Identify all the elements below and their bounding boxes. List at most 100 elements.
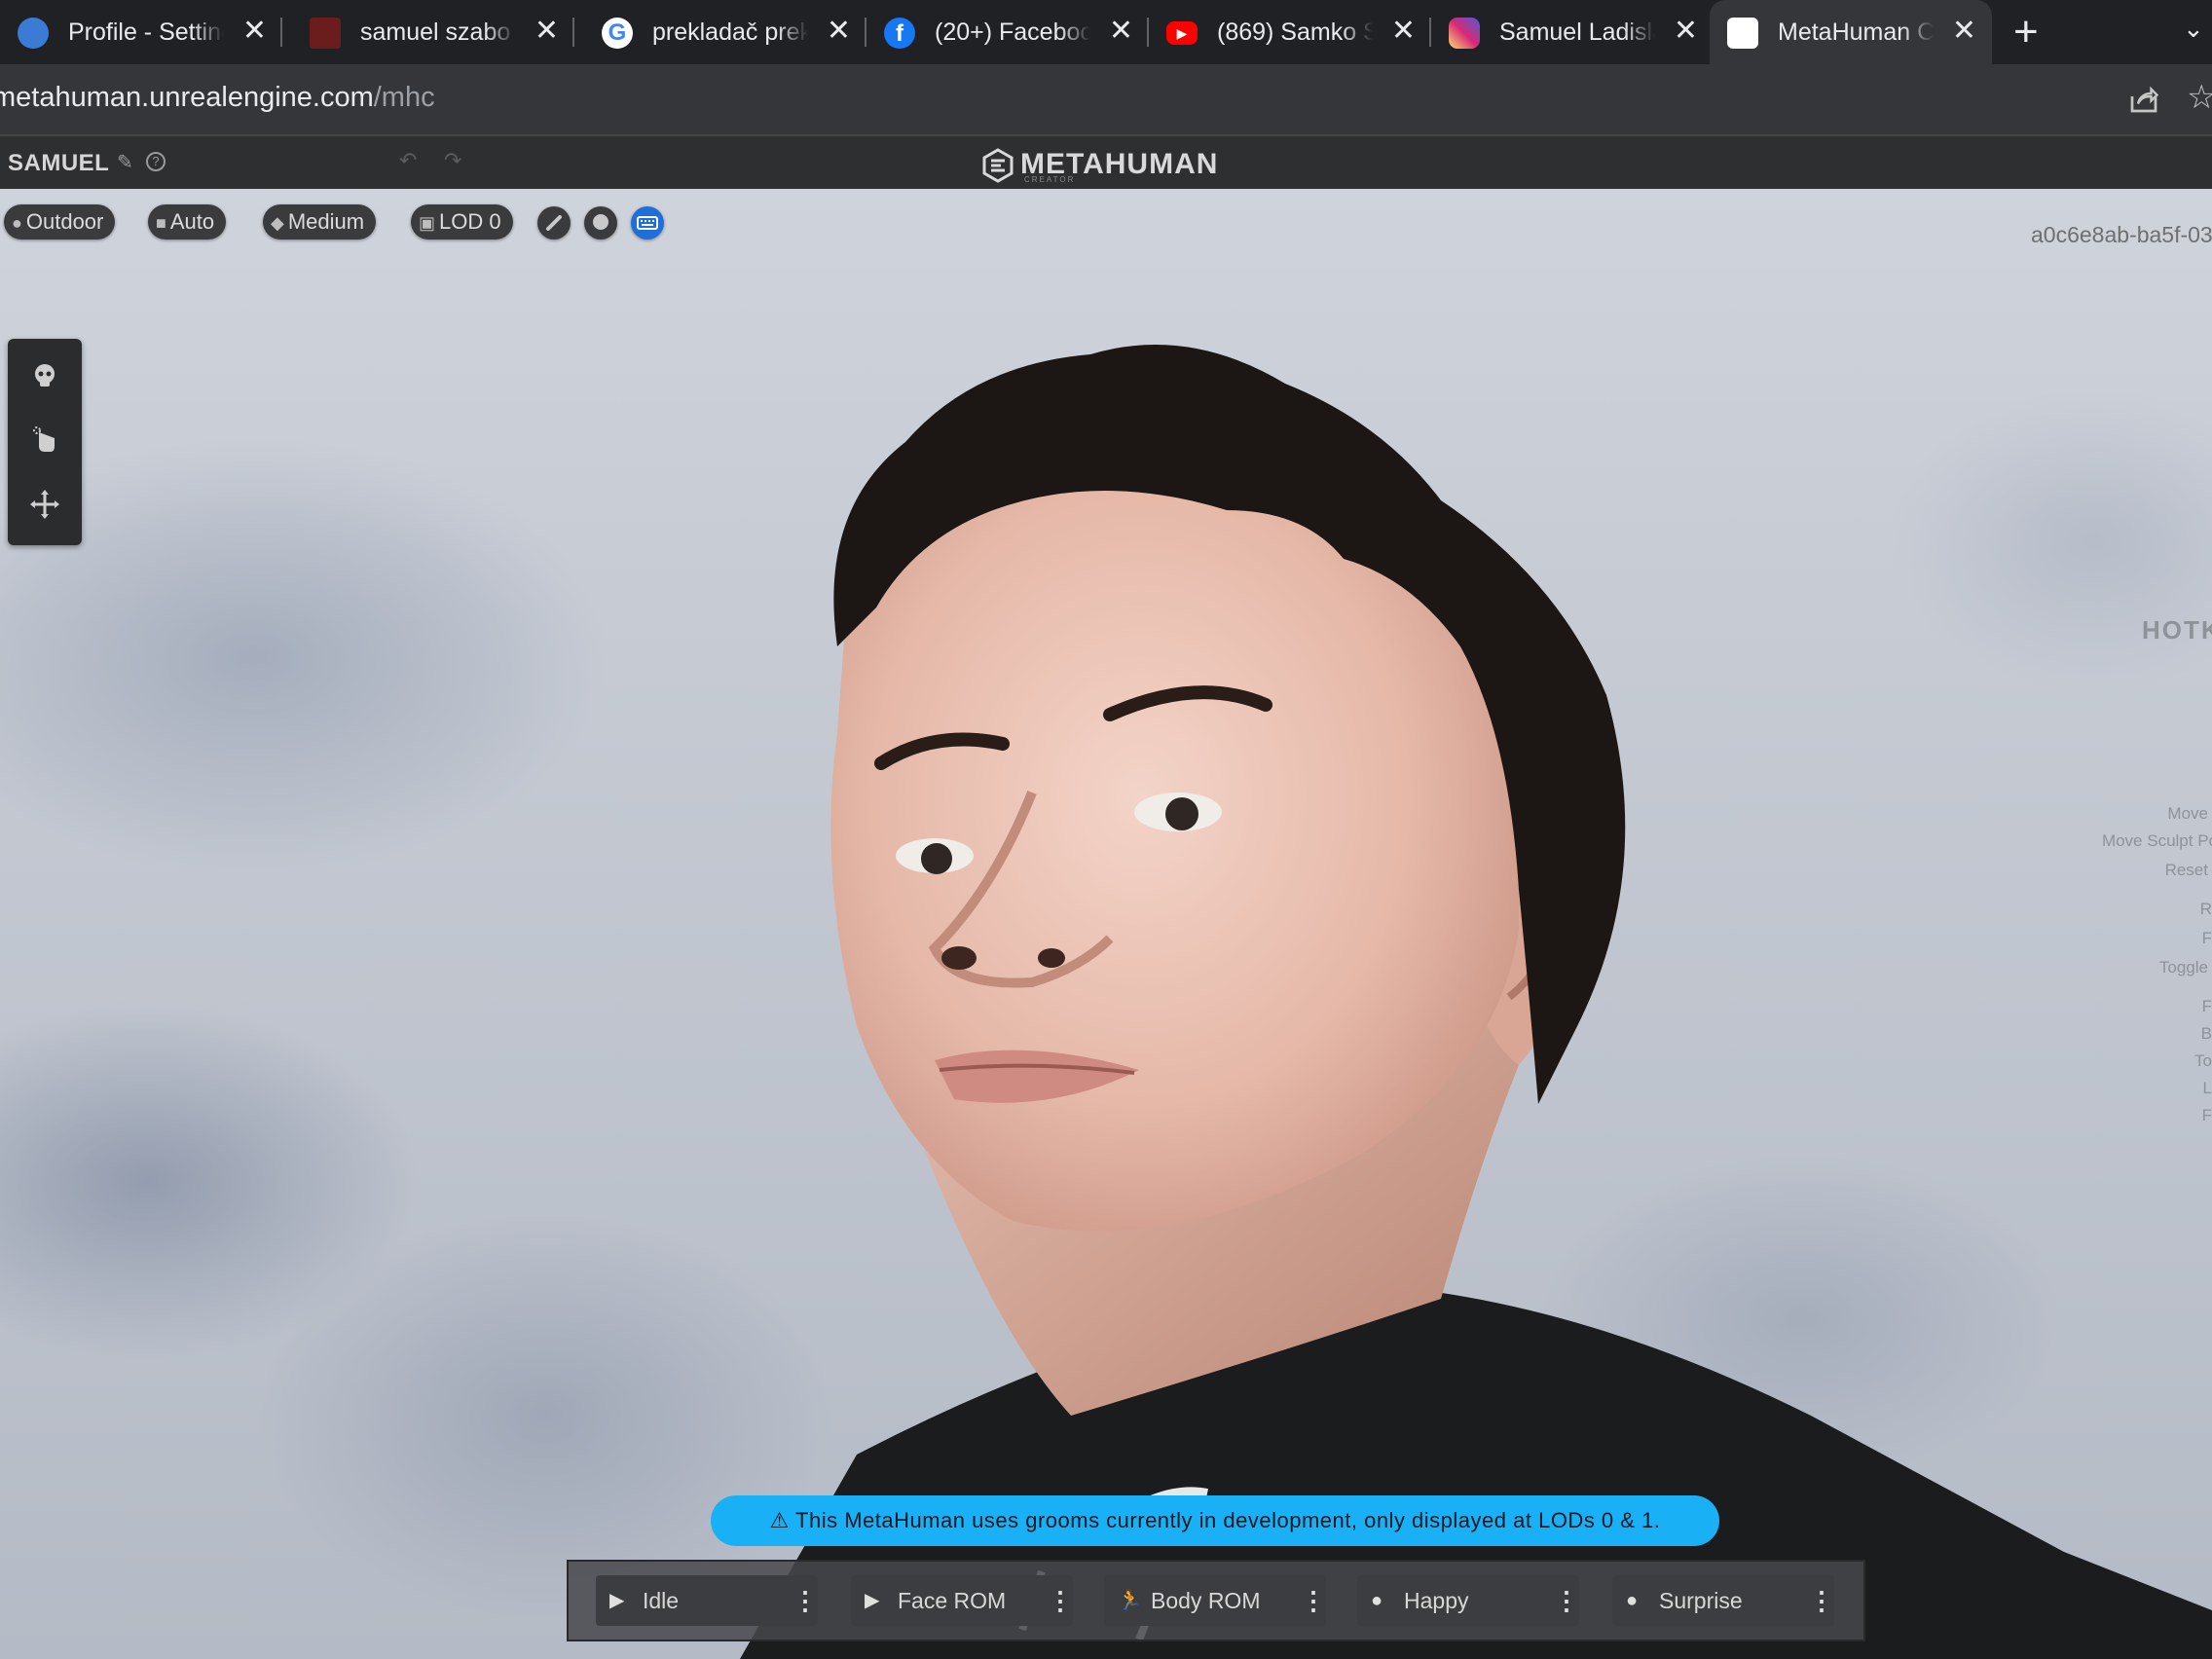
- close-icon[interactable]: ✕: [242, 14, 267, 49]
- tab-title: (20+) Facebook: [935, 18, 1090, 46]
- url-path: /mhc: [373, 82, 435, 113]
- animation-face-rom[interactable]: ▶ Face ROM ⋮: [851, 1575, 1073, 1626]
- hotkey-label: B: [2200, 1024, 2212, 1043]
- youtube-icon: ▶: [1166, 21, 1198, 45]
- close-icon[interactable]: ✕: [1674, 14, 1698, 49]
- tab-separator: [572, 18, 574, 47]
- animation-bar: ▶ Idle ⋮ ▶ Face ROM ⋮ 🏃 Body ROM ⋮ ● Hap…: [567, 1560, 1865, 1641]
- hotkey-label: F: [2201, 1106, 2212, 1124]
- lightbulb-icon: ●: [12, 213, 22, 233]
- browser-tab[interactable]: f (20+) Facebook ✕: [866, 0, 1149, 64]
- quality-label: Medium: [287, 209, 365, 234]
- brush-icon: [546, 215, 562, 231]
- hand-pointer-icon: [33, 426, 55, 452]
- character-name: SAMUEL: [8, 150, 110, 176]
- close-icon[interactable]: ✕: [1391, 14, 1416, 49]
- head-view-button[interactable]: [584, 206, 617, 240]
- browser-tab[interactable]: Profile - Settings ✕: [0, 0, 282, 64]
- move-tool[interactable]: [27, 487, 62, 522]
- skull-icon: [35, 364, 55, 387]
- hotkey-label: F: [2201, 929, 2212, 947]
- tool-panel: [8, 339, 82, 545]
- lighting-label: Outdoor: [25, 209, 104, 234]
- animation-body-rom[interactable]: 🏃 Body ROM ⋮: [1104, 1575, 1326, 1626]
- more-options-icon[interactable]: ⋮: [1301, 1575, 1326, 1626]
- camera-selector[interactable]: ■ Auto: [148, 204, 227, 240]
- browser-tab[interactable]: G prekladač preklad ✕: [584, 0, 866, 64]
- hotkey-label: F: [2201, 997, 2212, 1015]
- grooms-warning-banner: ⚠ This MetaHuman uses grooms currently i…: [711, 1495, 1719, 1546]
- animation-happy[interactable]: ● Happy ⋮: [1357, 1575, 1579, 1626]
- browser-tab[interactable]: ▶ (869) Samko Szabo ✕: [1149, 0, 1431, 64]
- warning-icon: ⚠: [769, 1508, 790, 1532]
- camera-icon: ■: [156, 213, 166, 233]
- metahuman-logo-icon: [982, 148, 1014, 183]
- animation-label: Face ROM: [898, 1588, 1007, 1613]
- animation-label: Body ROM: [1151, 1588, 1261, 1613]
- tab-title: prekladač preklad: [652, 18, 808, 46]
- hotkey-label: To: [2194, 1051, 2212, 1070]
- lighting-selector[interactable]: ● Outdoor: [4, 204, 116, 240]
- undo-icon[interactable]: ↶: [399, 148, 417, 173]
- close-icon[interactable]: ✕: [1952, 14, 1976, 49]
- tab-search-icon[interactable]: ⌄: [2183, 14, 2204, 44]
- instagram-icon: [1449, 18, 1480, 49]
- animation-idle[interactable]: ▶ Idle ⋮: [596, 1575, 818, 1626]
- render-settings-button[interactable]: [537, 206, 571, 240]
- share-icon[interactable]: [2126, 82, 2161, 117]
- app-header: SAMUEL ✎ ? ↶ ↷ METAHUMAN CREATOR: [0, 134, 2212, 191]
- sculpt-tool[interactable]: [27, 423, 62, 458]
- diamond-icon: ◆: [271, 213, 284, 233]
- face-icon: ●: [1626, 1590, 1639, 1611]
- browser-tab[interactable]: samuel szabo ✕: [292, 0, 574, 64]
- tab-separator: [280, 18, 282, 47]
- bookmark-star-icon[interactable]: ☆: [2187, 78, 2212, 117]
- tab-title: samuel szabo: [360, 18, 511, 46]
- cube-icon: ▣: [419, 213, 436, 233]
- character-render[interactable]: [0, 189, 2212, 1659]
- redo-icon[interactable]: ↷: [444, 148, 461, 173]
- help-icon[interactable]: ?: [146, 152, 166, 171]
- camera-label: Auto: [169, 209, 215, 234]
- avatar-icon: [310, 18, 341, 49]
- close-icon[interactable]: ✕: [535, 14, 559, 49]
- browser-tab[interactable]: Samuel Ladislav ✕: [1431, 0, 1714, 64]
- animation-label: Idle: [643, 1588, 680, 1613]
- lod-selector[interactable]: ▣ LOD 0: [411, 204, 513, 240]
- keyboard-shortcuts-button[interactable]: [631, 206, 664, 240]
- running-figure-icon: 🏃: [1118, 1590, 1142, 1611]
- quality-selector[interactable]: ◆ Medium: [263, 204, 377, 240]
- edit-icon[interactable]: ✎: [117, 150, 133, 174]
- logo-subtext: CREATOR: [1024, 175, 1076, 184]
- animation-surprise[interactable]: ● Surprise ⋮: [1612, 1575, 1834, 1626]
- metahuman-icon: [1727, 18, 1758, 49]
- more-options-icon[interactable]: ⋮: [1809, 1575, 1834, 1626]
- metahuman-logo: METAHUMAN CREATOR: [981, 146, 1273, 185]
- more-options-icon[interactable]: ⋮: [1554, 1575, 1579, 1626]
- close-icon[interactable]: ✕: [827, 14, 851, 49]
- session-id: a0c6e8ab-ba5f-03: [2031, 222, 2212, 247]
- head-select-tool[interactable]: [27, 358, 62, 393]
- viewport[interactable]: ● Outdoor ■ Auto ◆ Medium ▣ LOD 0 a0c6e8ab-b…: [0, 189, 2212, 1659]
- hotkey-label: Move: [2167, 804, 2208, 823]
- tab-title: Samuel Ladislav: [1499, 18, 1655, 46]
- tab-title: MetaHuman Creator: [1778, 18, 1934, 46]
- tab-title: Profile - Settings: [68, 18, 224, 46]
- hotkey-label: Move Sculpt Po: [2101, 831, 2212, 850]
- face-icon: ●: [1371, 1590, 1383, 1611]
- facebook-icon: f: [884, 18, 915, 49]
- close-icon[interactable]: ✕: [1109, 14, 1133, 49]
- hotkeys-title: HOTK: [2142, 615, 2212, 645]
- more-options-icon[interactable]: ⋮: [793, 1575, 818, 1626]
- hotkey-label: R: [2199, 900, 2212, 918]
- more-options-icon[interactable]: ⋮: [1048, 1575, 1073, 1626]
- browser-tab-active[interactable]: MetaHuman Creator ✕: [1710, 0, 1992, 64]
- warning-text: This MetaHuman uses grooms currently in …: [795, 1508, 1661, 1532]
- animation-label: Happy: [1404, 1588, 1469, 1613]
- address-bar[interactable]: metahuman.unrealengine.com/mhc ☆: [0, 64, 2212, 134]
- head-icon: [593, 214, 608, 230]
- hotkey-label: Toggle: [2158, 958, 2208, 977]
- tab-title: (869) Samko Szabo: [1217, 18, 1373, 46]
- url-text[interactable]: metahuman.unrealengine.com/mhc: [0, 82, 435, 114]
- new-tab-button[interactable]: +: [2013, 8, 2039, 56]
